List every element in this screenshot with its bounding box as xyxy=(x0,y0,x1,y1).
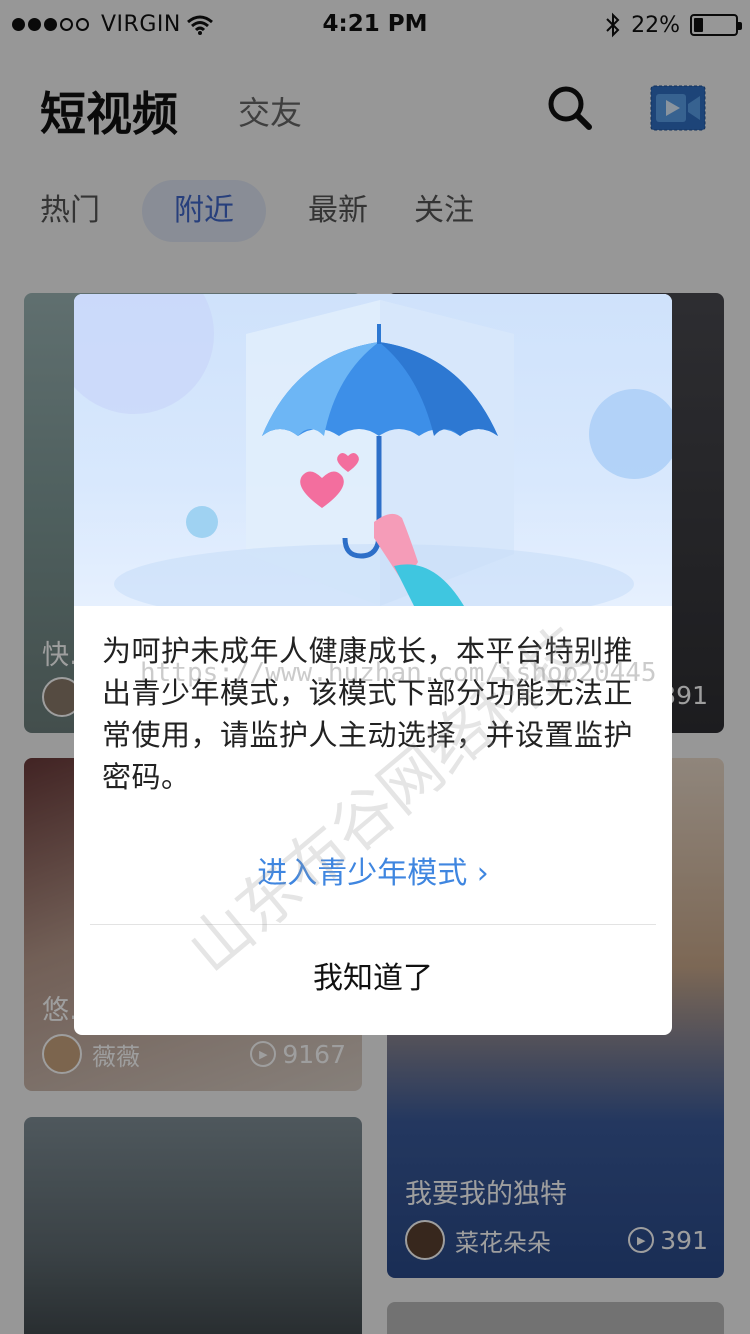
umbrella-icon xyxy=(74,294,672,606)
watermark-url: https://www.huzhan.com/ishop20445 xyxy=(140,658,657,688)
umbrella-illustration xyxy=(74,294,672,606)
chevron-right-icon: › xyxy=(476,856,489,891)
acknowledge-button[interactable]: 我知道了 xyxy=(74,944,672,1014)
